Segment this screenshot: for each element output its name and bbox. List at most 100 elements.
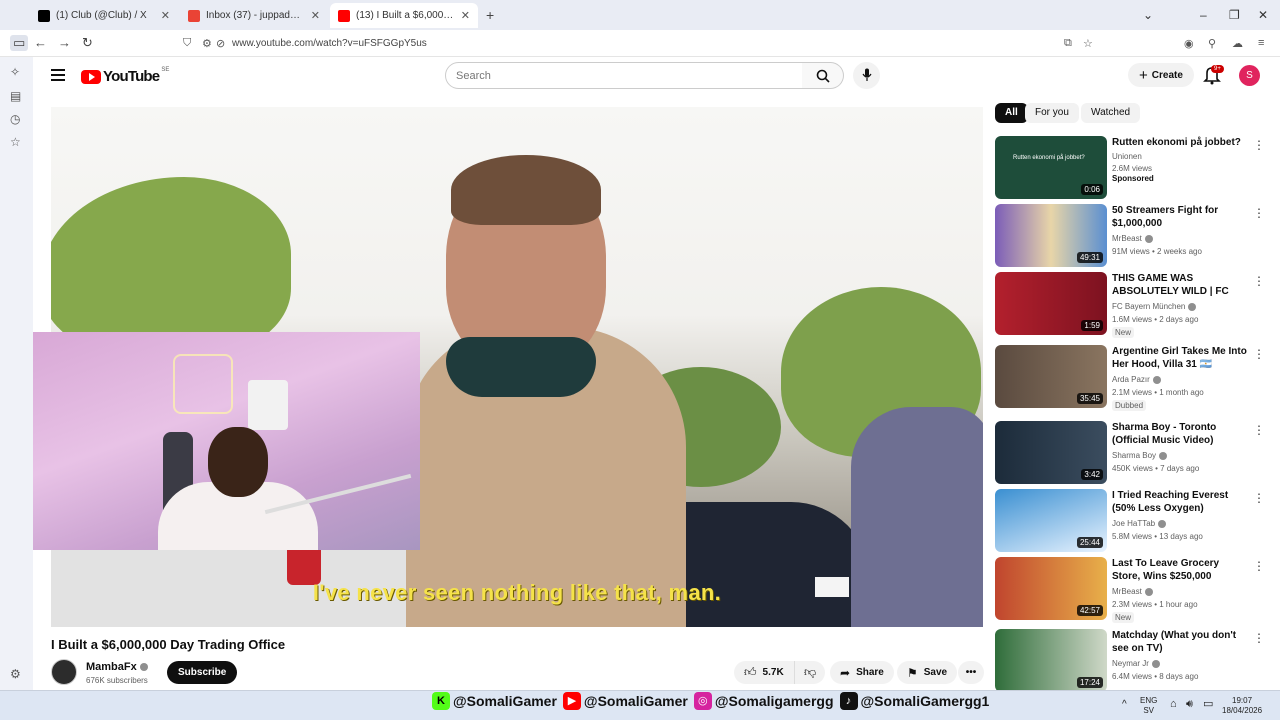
share-button[interactable]: ➦ Share	[830, 661, 894, 684]
tab-gmail[interactable]: Inbox (37) - juppadzeko77@gm ✕	[180, 3, 328, 28]
chip-watched[interactable]: Watched	[1081, 103, 1141, 123]
rec-channel-name: Joe HaTTab	[1112, 519, 1156, 528]
vpn-icon[interactable]: ☁	[1232, 37, 1243, 50]
search-input[interactable]: Search	[445, 62, 803, 89]
close-tab-icon[interactable]: ✕	[161, 9, 170, 22]
tray-chevron-icon[interactable]: ^	[1122, 700, 1127, 710]
synced-tabs-icon[interactable]: ▤	[10, 89, 21, 103]
youtube-play-icon	[81, 69, 101, 84]
channel-name[interactable]: MambaFx	[86, 661, 148, 673]
reload-icon[interactable]: ↻	[82, 35, 93, 51]
close-tab-icon[interactable]: ✕	[461, 9, 470, 22]
rec-meta: 450K views • 7 days ago	[1112, 464, 1200, 473]
bookmark-star-icon[interactable]: ☆	[1083, 37, 1093, 50]
more-vert-icon[interactable]: ⋮	[1253, 206, 1265, 220]
verified-icon	[1188, 302, 1197, 311]
new-tab-button[interactable]: +	[486, 7, 494, 23]
video-thumbnail[interactable]: 42:57	[995, 557, 1107, 620]
more-vert-icon[interactable]: ⋮	[1253, 491, 1265, 505]
chip-for-you[interactable]: For you	[1025, 103, 1079, 123]
create-button[interactable]: + Create	[1128, 63, 1194, 87]
video-thumbnail[interactable]: 1:59	[995, 272, 1107, 335]
video-thumbnail[interactable]: 25:44	[995, 489, 1107, 552]
ai-chat-icon[interactable]: ✧	[10, 65, 20, 79]
social-handle: @SomaliGamergg1	[860, 693, 990, 709]
tab-youtube[interactable]: (13) I Built a $6,000,000 Day ✕	[330, 3, 478, 28]
minimize-icon[interactable]: –	[1200, 8, 1207, 22]
video-thumbnail[interactable]: Rutten ekonomi på jobbet? 0:06	[995, 136, 1107, 199]
more-vert-icon[interactable]: ⋮	[1253, 274, 1265, 288]
hamburger-menu-icon[interactable]	[51, 69, 65, 84]
more-vert-icon[interactable]: ⋮	[1253, 138, 1265, 152]
extensions-icon[interactable]: ⚲	[1208, 37, 1216, 50]
save-button[interactable]: ⚑ Save	[897, 661, 958, 684]
network-icon[interactable]: ⌂	[1170, 699, 1177, 710]
rec-title[interactable]: 50 Streamers Fight for $1,000,000	[1112, 204, 1250, 230]
account-avatar[interactable]: S	[1239, 65, 1260, 86]
video-thumbnail[interactable]: 35:45	[995, 345, 1107, 408]
plus-icon: +	[1139, 66, 1148, 84]
forward-icon[interactable]: →	[58, 35, 71, 50]
video-thumbnail[interactable]: 17:24	[995, 629, 1107, 690]
share-icon: ➦	[840, 665, 851, 680]
duration-badge: 17:24	[1076, 677, 1103, 688]
duration-badge: 25:44	[1076, 537, 1103, 548]
rec-channel[interactable]: Arda Pazır	[1112, 373, 1252, 386]
rec-title[interactable]: Last To Leave Grocery Store, Wins $250,0…	[1112, 557, 1250, 583]
dislike-button[interactable]: 👎︎	[794, 661, 826, 684]
address-bar-row: ▭ ← → ↻ ⛉ ⚙ ⊘ www.youtube.com/watch?v=uF…	[0, 30, 1280, 57]
chip-all[interactable]: All	[995, 103, 1028, 123]
sidebar-toggle-icon[interactable]: ▭	[10, 35, 29, 51]
settings-icon[interactable]: ⚙	[10, 667, 21, 681]
close-window-icon[interactable]: ✕	[1258, 8, 1268, 22]
maximize-icon[interactable]: ❐	[1229, 8, 1240, 22]
rec-channel[interactable]: MrBeast	[1112, 232, 1252, 245]
rec-title[interactable]: Argentine Girl Takes Me Into Her Hood, V…	[1112, 345, 1250, 371]
more-vert-icon[interactable]: ⋮	[1253, 347, 1265, 361]
privacy-icon[interactable]: ⊘	[216, 37, 225, 50]
volume-icon[interactable]: 🔊︎	[1186, 699, 1193, 710]
jersey	[248, 380, 288, 430]
rec-channel[interactable]: FC Bayern München	[1112, 300, 1252, 313]
search-button[interactable]	[802, 62, 844, 89]
like-button[interactable]: 👍︎ 5.7K	[734, 661, 794, 684]
tab-list-icon[interactable]: ⌄	[1143, 8, 1153, 22]
bookmarks-icon[interactable]: ☆	[10, 135, 21, 149]
close-tab-icon[interactable]: ✕	[311, 9, 320, 22]
more-vert-icon[interactable]: ⋮	[1253, 423, 1265, 437]
verified-icon	[1144, 587, 1153, 596]
back-icon[interactable]: ←	[34, 35, 47, 50]
rec-channel[interactable]: Neymar Jr	[1112, 657, 1252, 670]
duration-badge: 35:45	[1076, 393, 1103, 404]
rec-channel[interactable]: Sharma Boy	[1112, 449, 1252, 462]
rec-title[interactable]: I Tried Reaching Everest (50% Less Oxyge…	[1112, 489, 1250, 515]
rec-channel[interactable]: Joe HaTTab	[1112, 517, 1252, 530]
create-label: Create	[1151, 69, 1183, 81]
rec-title[interactable]: Matchday (What you don't see on TV)	[1112, 629, 1250, 655]
permissions-icon[interactable]: ⚙	[202, 37, 212, 50]
picture-in-picture-icon[interactable]: ⧉	[1064, 37, 1072, 50]
url-field[interactable]: www.youtube.com/watch?v=uFSFGGpY5us	[232, 38, 427, 49]
menu-icon[interactable]: ≡	[1258, 37, 1264, 49]
youtube-logo[interactable]: YouTube SE	[81, 67, 169, 85]
account-icon[interactable]: ◉	[1184, 37, 1194, 50]
more-actions-button[interactable]: •••	[958, 661, 984, 684]
more-vert-icon[interactable]: ⋮	[1253, 631, 1265, 645]
voice-search-button[interactable]	[853, 62, 880, 89]
like-count: 5.7K	[762, 667, 784, 678]
subscribe-button[interactable]: Subscribe	[167, 661, 238, 684]
clock[interactable]: 19:07 18/04/2026	[1222, 696, 1262, 716]
video-thumbnail[interactable]: 3:42	[995, 421, 1107, 484]
rec-channel[interactable]: MrBeast	[1112, 585, 1252, 598]
shield-icon[interactable]: ⛉	[183, 37, 191, 50]
tab-x[interactable]: (1) Club (@Club) / X ✕	[30, 3, 178, 28]
channel-avatar[interactable]	[51, 659, 77, 685]
video-thumbnail[interactable]: 49:31	[995, 204, 1107, 267]
rec-title[interactable]: Sharma Boy - Toronto (Official Music Vid…	[1112, 421, 1250, 447]
language-indicator[interactable]: ENG SV	[1140, 696, 1157, 716]
more-vert-icon[interactable]: ⋮	[1253, 559, 1265, 573]
rec-title[interactable]: THIS GAME WAS ABSOLUTELY WILD | FC Bayer…	[1112, 272, 1250, 298]
battery-icon[interactable]: ▭	[1203, 699, 1213, 710]
history-icon[interactable]: ◷	[10, 112, 20, 126]
rec-title[interactable]: Rutten ekonomi på jobbet?	[1112, 136, 1250, 149]
